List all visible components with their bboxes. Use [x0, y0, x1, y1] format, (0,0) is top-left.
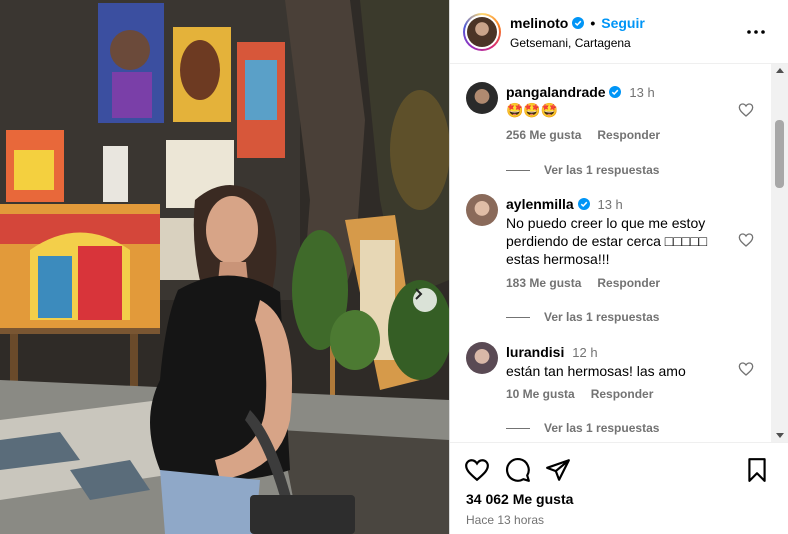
reply-button[interactable]: Responder — [591, 387, 654, 401]
comment-likes[interactable]: 183 Me gusta — [506, 276, 581, 290]
view-replies-label: Ver las 1 respuestas — [544, 421, 660, 435]
comment-avatar[interactable] — [466, 194, 498, 226]
post-actions: 34 062 Me gusta Hace 13 horas — [450, 442, 788, 534]
verified-icon — [577, 198, 590, 210]
comment-time: 13 h — [629, 85, 655, 100]
comment-avatar[interactable] — [466, 342, 498, 374]
post-location[interactable]: Getsemani, Cartagena — [510, 36, 631, 50]
replies-line — [506, 316, 530, 318]
comment-avatar[interactable] — [466, 82, 498, 114]
verified-icon — [609, 86, 622, 98]
comment-time: 12 h — [572, 345, 598, 360]
post-likes-count[interactable]: 34 062 Me gusta — [466, 491, 573, 507]
reply-button[interactable]: Responder — [597, 128, 660, 142]
comment-likes[interactable]: 256 Me gusta — [506, 128, 581, 142]
view-replies-label: Ver las 1 respuestas — [544, 163, 660, 177]
comment-like-button[interactable] — [738, 102, 754, 118]
heart-icon — [738, 103, 754, 117]
post-timestamp: Hace 13 horas — [466, 513, 545, 527]
post-details-panel: melinoto • Seguir Getsemani, Cartagena p… — [449, 0, 788, 534]
comment-meta: 256 Me gusta Responder — [506, 128, 660, 142]
comment-meta: 183 Me gusta Responder — [506, 276, 660, 290]
comment-likes[interactable]: 10 Me gusta — [506, 387, 575, 401]
separator-dot: • — [590, 15, 596, 31]
comment-text: No puedo creer lo que me estoy perdiendo… — [506, 215, 708, 267]
author-username[interactable]: melinoto — [510, 15, 568, 31]
author-line: melinoto • Seguir — [510, 15, 645, 31]
comment-time: 13 h — [597, 197, 623, 212]
comment-text: 🤩🤩🤩 — [506, 103, 559, 119]
scroll-up-arrow-icon[interactable] — [776, 68, 784, 73]
heart-icon[interactable] — [464, 457, 490, 483]
comment-like-button[interactable] — [738, 361, 754, 377]
comment-body: aylenmilla 13 h No puedo creer lo que me… — [506, 195, 734, 268]
share-icon[interactable] — [545, 457, 571, 483]
replies-line — [506, 169, 530, 171]
verified-icon — [572, 17, 585, 29]
reply-button[interactable]: Responder — [597, 276, 660, 290]
replies-line — [506, 427, 530, 429]
heart-icon — [738, 362, 754, 376]
view-replies-link[interactable]: Ver las 1 respuestas — [506, 421, 659, 435]
comment-body: pangalandrade 13 h 🤩🤩🤩 — [506, 83, 734, 120]
view-replies-label: Ver las 1 respuestas — [544, 310, 660, 324]
comment-username[interactable]: pangalandrade — [506, 84, 606, 100]
scroll-thumb[interactable] — [775, 120, 784, 188]
comment-body: lurandisi 12 h están tan hermosas! las a… — [506, 343, 734, 380]
view-replies-link[interactable]: Ver las 1 respuestas — [506, 163, 659, 177]
scroll-down-arrow-icon[interactable] — [776, 433, 784, 438]
comment-like-button[interactable] — [738, 232, 754, 248]
next-image-button[interactable] — [413, 288, 437, 312]
comment-username[interactable]: aylenmilla — [506, 196, 574, 212]
follow-button[interactable]: Seguir — [601, 15, 645, 31]
comment-meta: 10 Me gusta Responder — [506, 387, 653, 401]
comments-scrollbar[interactable] — [771, 64, 788, 442]
author-avatar[interactable] — [463, 13, 501, 51]
chevron-right-icon — [415, 288, 423, 300]
bookmark-icon[interactable] — [744, 457, 770, 483]
heart-icon — [738, 233, 754, 247]
comments-list: pangalandrade 13 h 🤩🤩🤩 256 Me gusta Resp… — [450, 64, 788, 442]
photo-illustration — [0, 0, 449, 534]
comment-text: están tan hermosas! las amo — [506, 363, 686, 379]
post-header: melinoto • Seguir Getsemani, Cartagena — [450, 0, 788, 64]
more-options-icon[interactable] — [746, 22, 766, 42]
post-photo[interactable] — [0, 0, 449, 534]
view-replies-link[interactable]: Ver las 1 respuestas — [506, 310, 659, 324]
comment-username[interactable]: lurandisi — [506, 344, 564, 360]
comment-icon[interactable] — [505, 457, 531, 483]
